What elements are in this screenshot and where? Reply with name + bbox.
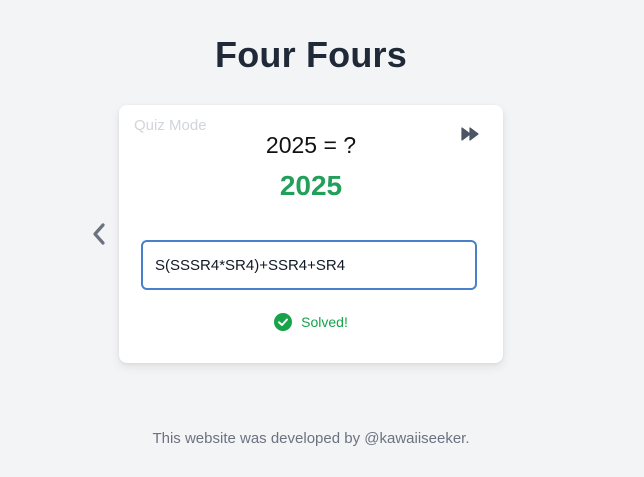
solved-status: Solved!	[119, 313, 503, 331]
page-title: Four Fours	[215, 34, 407, 75]
status-text: Solved!	[301, 314, 348, 330]
chevron-left-icon	[93, 223, 105, 245]
target-number: 2025	[279, 170, 343, 201]
quiz-card: Quiz Mode 2025 = ? 2025 Solved!	[119, 105, 503, 363]
previous-button[interactable]	[90, 222, 108, 246]
question-text: 2025 = ?	[265, 132, 357, 158]
expression-input[interactable]	[141, 240, 477, 290]
footer-credit: This website was developed by @kawaiisee…	[152, 430, 470, 447]
check-circle-icon	[274, 313, 293, 331]
